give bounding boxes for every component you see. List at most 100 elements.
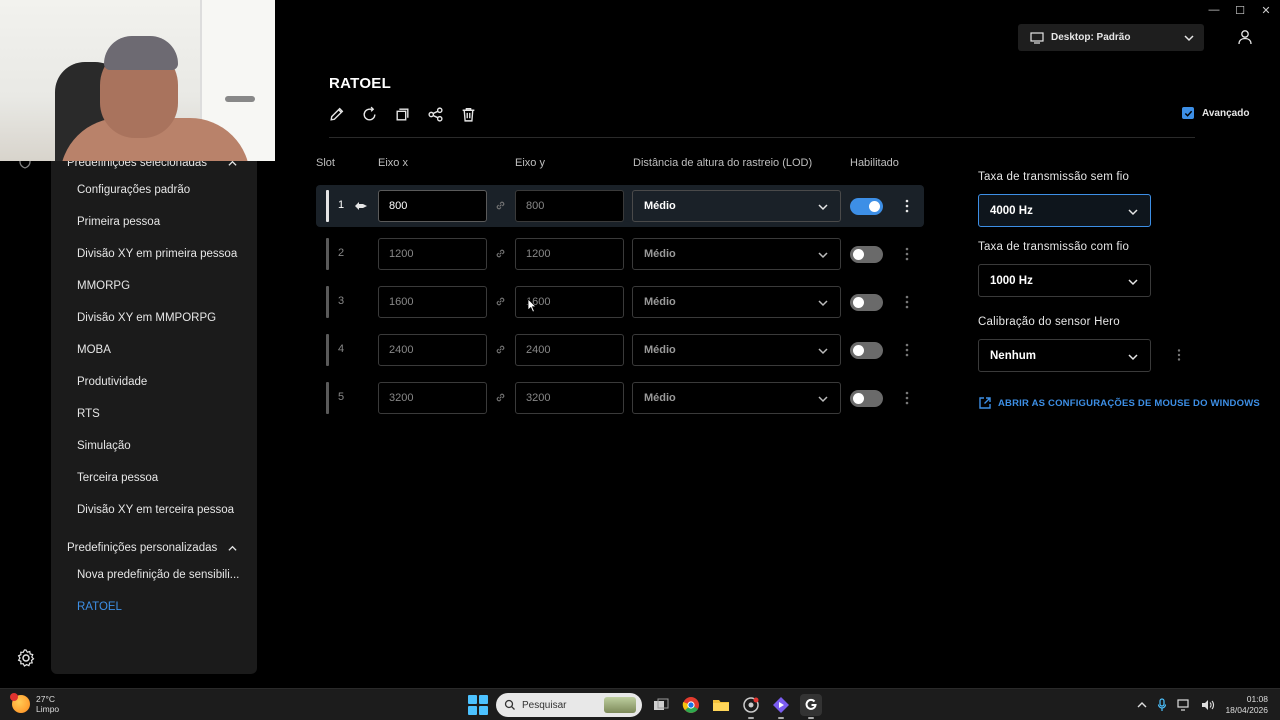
preset-item[interactable]: Primeira pessoa (77, 216, 242, 228)
preset-item[interactable]: Simulação (77, 440, 242, 452)
chevron-down-icon (1128, 209, 1138, 216)
file-explorer-icon[interactable] (710, 694, 732, 716)
task-view-icon[interactable] (650, 694, 672, 716)
more-options-icon[interactable] (904, 294, 910, 310)
dpi-row[interactable]: 4 2400 2400 Médio (316, 329, 924, 371)
x-axis-input[interactable]: 1600 (378, 286, 487, 318)
slot-number: 4 (338, 343, 345, 355)
y-axis-input[interactable]: 800 (515, 190, 624, 222)
volume-icon[interactable] (1201, 699, 1215, 711)
preset-item[interactable]: MMORPG (77, 280, 242, 292)
advanced-toggle[interactable]: Avançado (1182, 107, 1249, 119)
enabled-toggle[interactable] (850, 342, 883, 359)
preset-toolbar (328, 106, 477, 123)
preset-item[interactable]: Divisão XY em primeira pessoa (77, 248, 242, 260)
custom-preset-item-active[interactable]: RATOEL (77, 601, 242, 613)
wireless-rate-dropdown[interactable]: 4000 Hz (978, 194, 1151, 227)
webcam-overlay (0, 0, 275, 161)
maximize-button[interactable]: ☐ (1234, 4, 1246, 17)
advanced-checkbox[interactable] (1182, 107, 1194, 119)
checkmark-icon (1184, 110, 1192, 117)
preset-item[interactable]: MOBA (77, 344, 242, 356)
weather-condition: Limpo (36, 704, 60, 714)
y-axis-input[interactable]: 2400 (515, 334, 624, 366)
preset-item[interactable]: Terceira pessoa (77, 472, 242, 484)
hero-calibration-value: Nenhum (990, 349, 1036, 362)
link-icon[interactable] (494, 199, 507, 212)
group-custom-presets[interactable]: Predefinições personalizadas (67, 542, 237, 554)
close-button[interactable]: ✕ (1260, 4, 1272, 17)
link-icon[interactable] (494, 295, 507, 308)
preset-item[interactable]: Configurações padrão (77, 184, 242, 196)
lod-dropdown[interactable]: Médio (632, 286, 841, 318)
enabled-toggle[interactable] (850, 390, 883, 407)
link-icon[interactable] (494, 247, 507, 260)
dpi-row[interactable]: 1 800 800 Médio (316, 185, 924, 227)
dpi-row[interactable]: 5 3200 3200 Médio (316, 377, 924, 419)
slot-number: 1 (338, 199, 345, 211)
y-axis-input[interactable]: 1200 (515, 238, 624, 270)
lod-value: Médio (644, 296, 676, 308)
presets-sidebar: Predefinições selecionadas Configurações… (51, 150, 257, 674)
x-axis-input[interactable]: 1200 (378, 238, 487, 270)
col-header-enabled: Habilitado (850, 157, 899, 169)
taskbar-search[interactable]: Pesquisar (496, 693, 642, 717)
windows-start-icon[interactable] (468, 695, 488, 715)
preset-item[interactable]: RTS (77, 408, 242, 420)
wired-rate-dropdown[interactable]: 1000 Hz (978, 264, 1151, 297)
network-icon[interactable] (1177, 699, 1191, 711)
weather-widget[interactable]: 27°C Limpo (10, 693, 60, 714)
link-icon[interactable] (494, 391, 507, 404)
lod-dropdown[interactable]: Médio (632, 238, 841, 270)
duplicate-icon[interactable] (394, 106, 411, 123)
dpi-row[interactable]: 2 1200 1200 Médio (316, 233, 924, 275)
delete-trash-icon[interactable] (460, 106, 477, 123)
preset-item[interactable]: Divisão XY em terceira pessoa (77, 504, 242, 516)
lod-value: Médio (644, 200, 676, 212)
recording-app-icon[interactable] (740, 694, 762, 719)
dpi-row[interactable]: 3 1600 1600 Médio (316, 281, 924, 323)
windows-mouse-settings-link[interactable]: ABRIR AS CONFIGURAÇÕES DE MOUSE DO WINDO… (978, 396, 1260, 410)
more-options-icon[interactable] (904, 198, 910, 214)
gear-icon[interactable] (16, 648, 36, 668)
chevron-down-icon (1128, 354, 1138, 361)
wired-rate-value: 1000 Hz (990, 274, 1033, 287)
more-options-icon[interactable] (904, 390, 910, 406)
more-options-icon[interactable] (904, 342, 910, 358)
logitech-ghub-icon[interactable] (800, 694, 822, 719)
lod-dropdown[interactable]: Médio (632, 334, 841, 366)
preset-item[interactable]: Divisão XY em MMPORPG (77, 312, 242, 324)
preset-item[interactable]: Produtividade (77, 376, 242, 388)
system-clock[interactable]: 01:08 18/04/2026 (1225, 694, 1268, 716)
x-axis-input[interactable]: 3200 (378, 382, 487, 414)
chevron-down-icon (818, 252, 828, 259)
enabled-toggle[interactable] (850, 294, 883, 311)
chrome-browser-icon[interactable] (680, 694, 702, 716)
more-options-icon[interactable] (904, 246, 910, 262)
y-axis-input[interactable]: 3200 (515, 382, 624, 414)
page-title: RATOEL (329, 75, 392, 92)
x-axis-input[interactable]: 800 (378, 190, 487, 222)
lod-dropdown[interactable]: Médio (632, 382, 841, 414)
chevron-up-icon[interactable] (1137, 700, 1147, 710)
purple-app-icon[interactable] (770, 694, 792, 719)
x-axis-input[interactable]: 2400 (378, 334, 487, 366)
share-icon[interactable] (427, 106, 444, 123)
dpi-shift-icon (355, 202, 367, 210)
hero-calibration-dropdown[interactable]: Nenhum (978, 339, 1151, 372)
edit-pencil-icon[interactable] (328, 106, 345, 123)
link-icon[interactable] (494, 343, 507, 356)
enabled-toggle[interactable] (850, 246, 883, 263)
user-account-icon[interactable] (1237, 29, 1253, 45)
enabled-toggle[interactable] (850, 198, 883, 215)
reset-icon[interactable] (361, 106, 378, 123)
col-header-y: Eixo y (515, 157, 545, 169)
minimize-button[interactable]: — (1208, 4, 1220, 17)
search-icon (504, 699, 515, 710)
microphone-icon[interactable] (1157, 698, 1167, 712)
profile-dropdown[interactable]: Desktop: Padrão (1018, 24, 1204, 51)
more-options-icon[interactable] (1176, 348, 1182, 362)
search-highlight-image (604, 697, 636, 713)
custom-preset-item[interactable]: Nova predefinição de sensibili... (77, 569, 242, 581)
lod-dropdown[interactable]: Médio (632, 190, 841, 222)
